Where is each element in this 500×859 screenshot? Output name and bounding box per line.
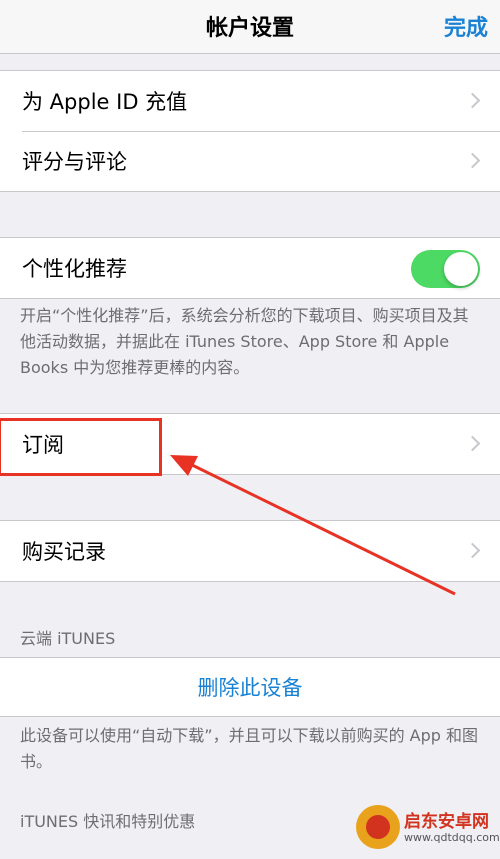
watermark-logo-icon [356,805,400,849]
watermark: 启东安卓网 www.qdtdqq.com [356,799,500,857]
annotation-arrow [170,455,456,596]
watermark-url: www.qdtdqq.com [404,831,500,844]
watermark-title: 启东安卓网 [404,812,489,832]
